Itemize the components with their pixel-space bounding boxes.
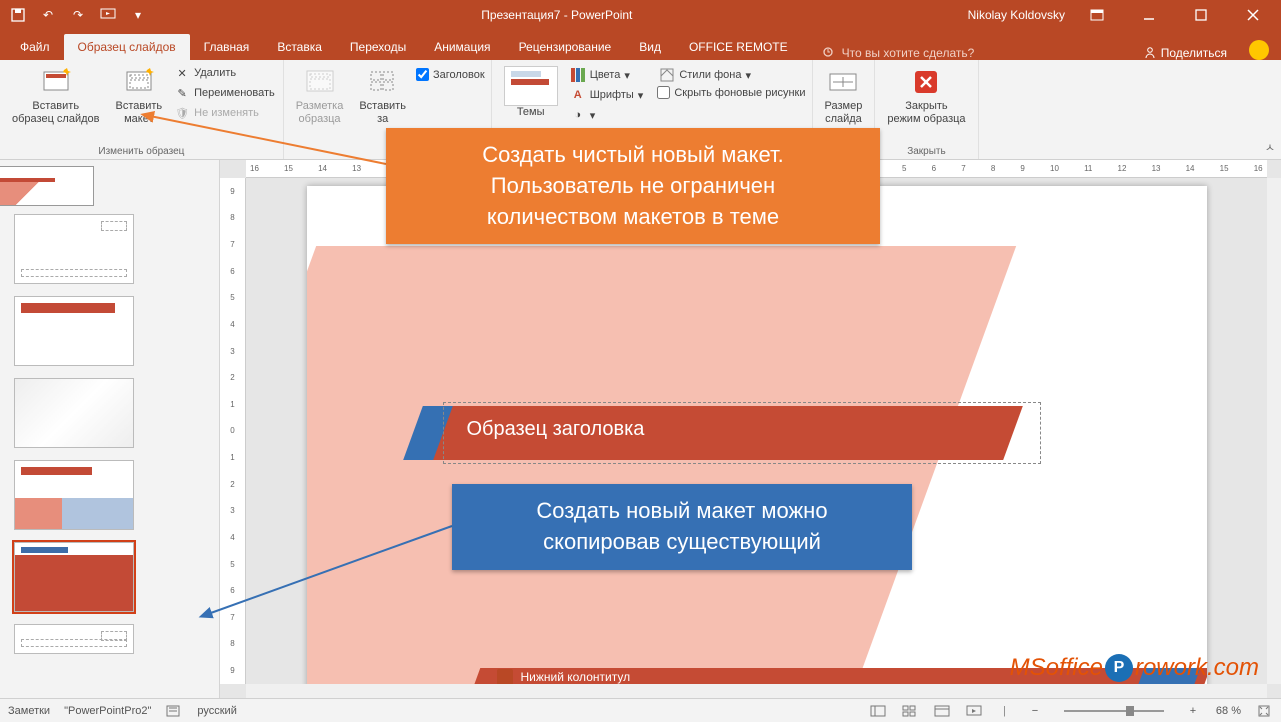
tab-file[interactable]: Файл: [6, 34, 64, 60]
status-bar: Заметки "PowerPointPro2" русский | − + 6…: [0, 698, 1281, 722]
background-shape: [307, 246, 1016, 685]
delete-icon: ✕: [174, 65, 190, 81]
tell-me-placeholder: Что вы хотите сделать?: [842, 46, 975, 60]
undo-icon[interactable]: ↶: [40, 7, 56, 23]
zoom-level[interactable]: 68 %: [1216, 705, 1241, 717]
master-thumbnail[interactable]: [0, 166, 94, 206]
share-button[interactable]: Поделиться: [1133, 46, 1237, 60]
preserve-button: 🛡 Не изменять: [172, 104, 277, 122]
watermark: MSoffice P rowork.com: [1010, 654, 1259, 682]
minimize-icon[interactable]: [1129, 0, 1169, 30]
insert-slide-master-icon: [40, 66, 72, 98]
view-reading-icon[interactable]: [933, 702, 951, 720]
watermark-badge: P: [1105, 654, 1133, 682]
colors-button[interactable]: Цвета ▾: [568, 66, 646, 84]
close-master-view-button[interactable]: Закрыть режим образца: [881, 64, 971, 144]
group-edit-master-label: Изменить образец: [6, 144, 277, 157]
bg-styles-icon: [659, 67, 675, 83]
ribbon-tabs: Файл Образец слайдов Главная Вставка Пер…: [0, 30, 1281, 60]
tab-review[interactable]: Рецензирование: [505, 34, 626, 60]
window-title: Презентация7 - PowerPoint: [146, 8, 968, 22]
footer-pp-icon: [497, 669, 513, 685]
collapse-ribbon-icon[interactable]: ㅅ: [1265, 139, 1275, 155]
effects-icon: ◑: [570, 107, 586, 123]
template-name[interactable]: "PowerPointPro2": [64, 705, 151, 717]
slide-size-icon: [827, 66, 859, 98]
layout-thumbnail[interactable]: [14, 624, 134, 654]
tab-insert[interactable]: Вставка: [263, 34, 336, 60]
fit-to-window-icon[interactable]: [1255, 702, 1273, 720]
tab-slide-master[interactable]: Образец слайдов: [64, 34, 190, 60]
zoom-slider[interactable]: [1064, 710, 1164, 712]
layout-thumbnail[interactable]: [14, 378, 134, 448]
close-master-icon: [910, 66, 942, 98]
notes-button[interactable]: Заметки: [8, 705, 50, 717]
bg-styles-button[interactable]: Стили фона ▾: [657, 66, 805, 84]
title-bar: ↶ ↷ ▾ Презентация7 - PowerPoint Nikolay …: [0, 0, 1281, 30]
group-close: Закрыть режим образца Закрыть: [875, 60, 978, 159]
master-layout-icon: [304, 66, 336, 98]
language-indicator[interactable]: русский: [197, 705, 236, 717]
qat-customize-icon[interactable]: ▾: [130, 7, 146, 23]
hide-bg-checkbox[interactable]: Скрыть фоновые рисунки: [657, 86, 805, 99]
zoom-in-icon[interactable]: +: [1184, 702, 1202, 720]
insert-placeholder-icon: [367, 66, 399, 98]
fonts-button[interactable]: A Шрифты ▾: [568, 86, 646, 104]
save-icon[interactable]: [10, 7, 26, 23]
callout-blue: Создать новый макет можно скопировав сущ…: [452, 484, 912, 570]
layout-thumbnail-selected[interactable]: [14, 542, 134, 612]
maximize-icon[interactable]: [1181, 0, 1221, 30]
zoom-out-icon[interactable]: −: [1026, 702, 1044, 720]
master-layout-button: Разметка образца: [290, 64, 350, 155]
vertical-ruler[interactable]: 9876543210123456789: [220, 178, 246, 684]
tell-me-search[interactable]: Что вы хотите сделать?: [802, 46, 995, 60]
slide-canvas[interactable]: Образец заголовка Нижний колонтитул: [307, 186, 1207, 685]
tab-animations[interactable]: Анимация: [420, 34, 504, 60]
group-edit-master: Вставить образец слайдов Вставить макет …: [0, 60, 284, 159]
rename-button[interactable]: ✎ Переименовать: [172, 84, 277, 102]
layout-thumbnail[interactable]: [14, 214, 134, 284]
tab-office-remote[interactable]: OFFICE REMOTE: [675, 34, 802, 60]
quick-access-toolbar: ↶ ↷ ▾: [0, 7, 146, 23]
title-placeholder-text[interactable]: Образец заголовка: [467, 418, 645, 441]
redo-icon[interactable]: ↷: [70, 7, 86, 23]
view-normal-icon[interactable]: [869, 702, 887, 720]
vertical-scrollbar[interactable]: [1267, 178, 1281, 684]
layout-thumbnail[interactable]: [14, 460, 134, 530]
colors-icon: [570, 67, 586, 83]
callout-orange: Создать чистый новый макет. Пользователь…: [386, 128, 880, 244]
ribbon-display-options-icon[interactable]: [1077, 0, 1117, 30]
layout-thumbnail[interactable]: [14, 296, 134, 366]
horizontal-scrollbar[interactable]: [246, 684, 1267, 698]
view-sorter-icon[interactable]: [901, 702, 919, 720]
tab-view[interactable]: Вид: [625, 34, 675, 60]
fonts-icon: A: [570, 87, 586, 103]
tab-transitions[interactable]: Переходы: [336, 34, 420, 60]
view-slideshow-icon[interactable]: [965, 702, 983, 720]
preserve-icon: 🛡: [174, 105, 190, 121]
theme-thumbnail: [504, 66, 558, 106]
spellcheck-icon[interactable]: [165, 702, 183, 720]
insert-layout-icon: [123, 66, 155, 98]
insert-layout-label: Вставить макет: [115, 100, 162, 126]
tab-home[interactable]: Главная: [190, 34, 264, 60]
rename-icon: ✎: [174, 85, 190, 101]
layout-thumbnails-panel[interactable]: [0, 160, 220, 698]
delete-button[interactable]: ✕ Удалить: [172, 64, 277, 82]
insert-slide-master-button[interactable]: Вставить образец слайдов: [6, 64, 105, 144]
insert-slide-master-label: Вставить образец слайдов: [12, 100, 99, 126]
footer-placeholder-text[interactable]: Нижний колонтитул: [521, 670, 631, 684]
title-checkbox[interactable]: Заголовок: [416, 68, 485, 81]
close-icon[interactable]: [1233, 0, 1273, 30]
user-name[interactable]: Nikolay Koldovsky: [968, 8, 1065, 22]
feedback-smiley-icon[interactable]: [1249, 40, 1269, 60]
effects-button[interactable]: ◑ ▾: [568, 106, 646, 124]
insert-layout-button[interactable]: Вставить макет: [109, 64, 168, 144]
share-label: Поделиться: [1161, 46, 1227, 60]
start-slideshow-icon[interactable]: [100, 7, 116, 23]
